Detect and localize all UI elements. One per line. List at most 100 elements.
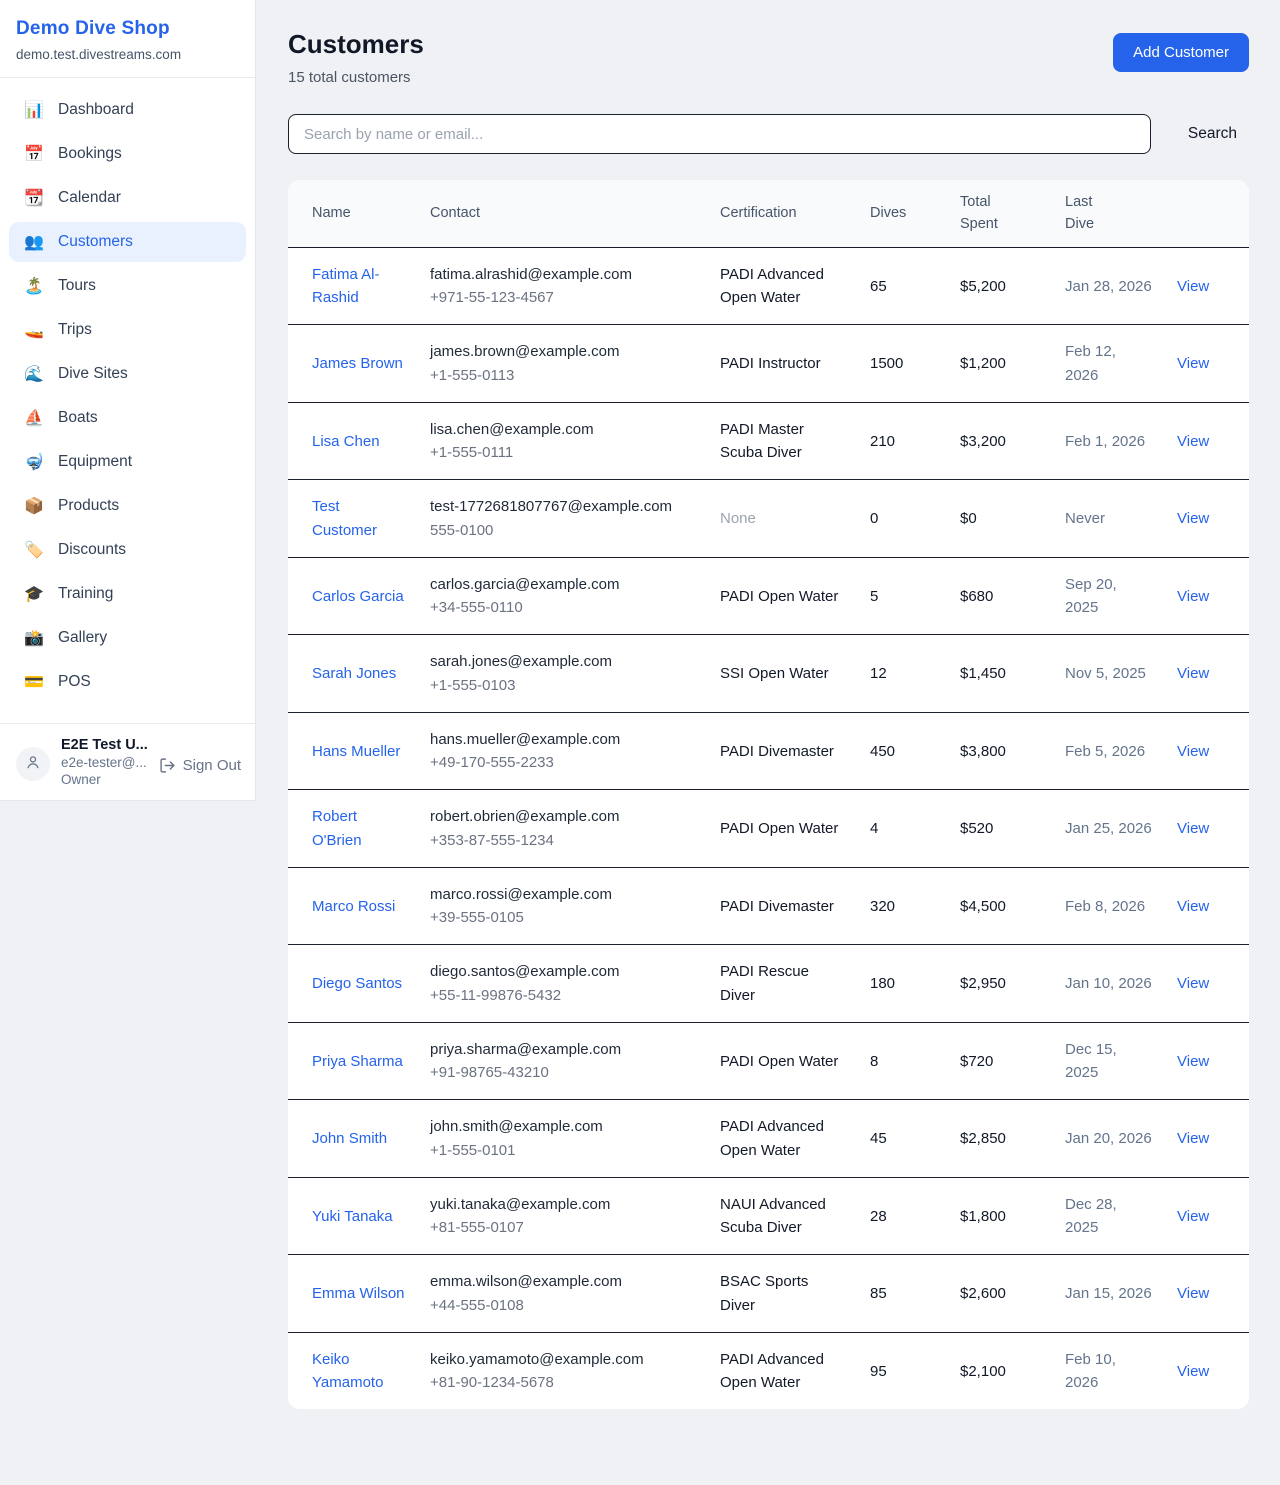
contact-cell: diego.santos@example.com +55-11-99876-54… <box>418 945 708 1023</box>
customer-name-link[interactable]: Priya Sharma <box>312 1053 403 1070</box>
package-icon: 📦 <box>23 496 45 516</box>
customer-certification: PADI Open Water <box>720 820 838 837</box>
customer-certification: PADI Divemaster <box>720 898 834 915</box>
view-customer-link[interactable]: View <box>1177 1208 1209 1225</box>
customer-email: keiko.yamamoto@example.com <box>430 1348 696 1371</box>
sidebar-item-products[interactable]: 📦 Products <box>9 486 246 526</box>
island-icon: 🏝️ <box>23 276 45 296</box>
sidebar-item-bookings[interactable]: 📅 Bookings <box>9 134 246 174</box>
table-row: Carlos Garcia carlos.garcia@example.com … <box>288 557 1249 635</box>
customer-dives: 8 <box>870 1053 878 1070</box>
customer-last-dive: Jan 10, 2026 <box>1065 975 1152 992</box>
customer-total-spent: $0 <box>960 510 977 527</box>
sidebar-item-tours[interactable]: 🏝️ Tours <box>9 266 246 306</box>
view-customer-link[interactable]: View <box>1177 433 1209 450</box>
view-customer-link[interactable]: View <box>1177 588 1209 605</box>
customer-name-link[interactable]: Marco Rossi <box>312 898 395 915</box>
user-role: Owner <box>61 772 148 787</box>
sidebar-item-calendar[interactable]: 📆 Calendar <box>9 178 246 218</box>
customer-name-link[interactable]: Lisa Chen <box>312 433 380 450</box>
sign-out-button[interactable]: Sign Out <box>159 757 241 774</box>
customer-phone: +1-555-0103 <box>430 674 696 697</box>
customer-dives: 12 <box>870 665 887 682</box>
contact-cell: emma.wilson@example.com +44-555-0108 <box>418 1255 708 1333</box>
customer-certification: PADI Rescue Diver <box>720 963 809 1003</box>
view-customer-link[interactable]: View <box>1177 355 1209 372</box>
sidebar-item-trips[interactable]: 🚤 Trips <box>9 310 246 350</box>
sidebar-item-customers[interactable]: 👥 Customers <box>9 222 246 262</box>
page-title: Customers <box>288 29 424 60</box>
view-customer-link[interactable]: View <box>1177 510 1209 527</box>
customer-dives: 320 <box>870 898 895 915</box>
customer-certification: PADI Open Water <box>720 1053 838 1070</box>
view-customer-link[interactable]: View <box>1177 743 1209 760</box>
tear-off-calendar-icon: 📆 <box>23 188 45 208</box>
sidebar-item-training[interactable]: 🎓 Training <box>9 574 246 614</box>
customer-last-dive: Sep 20, 2025 <box>1065 576 1117 616</box>
sidebar-user-section: E2E Test U... e2e-tester@... Owner Sign … <box>0 723 255 800</box>
customer-last-dive: Never <box>1065 510 1105 527</box>
customer-total-spent: $1,450 <box>960 665 1006 682</box>
view-customer-link[interactable]: View <box>1177 1130 1209 1147</box>
customer-phone: +1-555-0101 <box>430 1139 696 1162</box>
contact-cell: keiko.yamamoto@example.com +81-90-1234-5… <box>418 1332 708 1409</box>
customer-name-link[interactable]: Hans Mueller <box>312 743 400 760</box>
table-row: Yuki Tanaka yuki.tanaka@example.com +81-… <box>288 1177 1249 1255</box>
customer-name-link[interactable]: Emma Wilson <box>312 1285 405 1302</box>
table-row: Hans Mueller hans.mueller@example.com +4… <box>288 712 1249 790</box>
view-customer-link[interactable]: View <box>1177 1053 1209 1070</box>
sidebar-item-dashboard[interactable]: 📊 Dashboard <box>9 90 246 130</box>
customer-phone: +55-11-99876-5432 <box>430 984 696 1007</box>
column-header-certification: Certification <box>708 180 858 247</box>
search-button[interactable]: Search <box>1176 119 1249 149</box>
customer-name-link[interactable]: Keiko Yamamoto <box>312 1351 383 1391</box>
credit-card-icon: 💳 <box>23 672 45 692</box>
customer-dives: 0 <box>870 510 878 527</box>
sailboat-icon: ⛵ <box>23 408 45 428</box>
customer-name-link[interactable]: Fatima Al-Rashid <box>312 266 380 306</box>
customer-phone: +353-87-555-1234 <box>430 829 696 852</box>
sidebar-item-discounts[interactable]: 🏷️ Discounts <box>9 530 246 570</box>
sidebar-item-dive-sites[interactable]: 🌊 Dive Sites <box>9 354 246 394</box>
view-customer-link[interactable]: View <box>1177 975 1209 992</box>
customer-total-spent: $3,200 <box>960 433 1006 450</box>
sidebar-item-gallery[interactable]: 📸 Gallery <box>9 618 246 658</box>
view-customer-link[interactable]: View <box>1177 1363 1209 1380</box>
customer-name-link[interactable]: Test Customer <box>312 498 377 538</box>
customer-name-link[interactable]: Robert O'Brien <box>312 808 362 848</box>
table-row: Keiko Yamamoto keiko.yamamoto@example.co… <box>288 1332 1249 1409</box>
customer-name-link[interactable]: Diego Santos <box>312 975 402 992</box>
column-header-name: Name <box>288 180 418 247</box>
add-customer-button[interactable]: Add Customer <box>1113 33 1249 72</box>
customer-name-link[interactable]: James Brown <box>312 355 403 372</box>
customer-dives: 45 <box>870 1130 887 1147</box>
sidebar-item-boats[interactable]: ⛵ Boats <box>9 398 246 438</box>
sidebar-header: Demo Dive Shop demo.test.divestreams.com <box>0 0 255 78</box>
contact-cell: fatima.alrashid@example.com +971-55-123-… <box>418 247 708 325</box>
view-customer-link[interactable]: View <box>1177 278 1209 295</box>
table-row: Lisa Chen lisa.chen@example.com +1-555-0… <box>288 402 1249 480</box>
sidebar-item-pos[interactable]: 💳 POS <box>9 662 246 702</box>
customer-certification: PADI Advanced Open Water <box>720 266 824 306</box>
customer-name-link[interactable]: John Smith <box>312 1130 387 1147</box>
customer-dives: 28 <box>870 1208 887 1225</box>
customers-table: Name Contact Certification Dives Total S… <box>288 180 1249 1409</box>
customer-certification: PADI Open Water <box>720 588 838 605</box>
search-input[interactable] <box>288 114 1151 154</box>
sidebar-item-equipment[interactable]: 🤿 Equipment <box>9 442 246 482</box>
customer-name-link[interactable]: Carlos Garcia <box>312 588 404 605</box>
table-row: Robert O'Brien robert.obrien@example.com… <box>288 790 1249 868</box>
customer-name-link[interactable]: Sarah Jones <box>312 665 396 682</box>
view-customer-link[interactable]: View <box>1177 1285 1209 1302</box>
customer-last-dive: Dec 28, 2025 <box>1065 1196 1117 1236</box>
view-customer-link[interactable]: View <box>1177 898 1209 915</box>
customer-phone: +971-55-123-4567 <box>430 286 696 309</box>
view-customer-link[interactable]: View <box>1177 820 1209 837</box>
contact-cell: carlos.garcia@example.com +34-555-0110 <box>418 557 708 635</box>
main-content: Customers 15 total customers Add Custome… <box>256 0 1280 1439</box>
customer-last-dive: Jan 20, 2026 <box>1065 1130 1152 1147</box>
page-header-text: Customers 15 total customers <box>288 29 424 86</box>
view-customer-link[interactable]: View <box>1177 665 1209 682</box>
customer-phone: +1-555-0113 <box>430 364 696 387</box>
customer-name-link[interactable]: Yuki Tanaka <box>312 1208 393 1225</box>
